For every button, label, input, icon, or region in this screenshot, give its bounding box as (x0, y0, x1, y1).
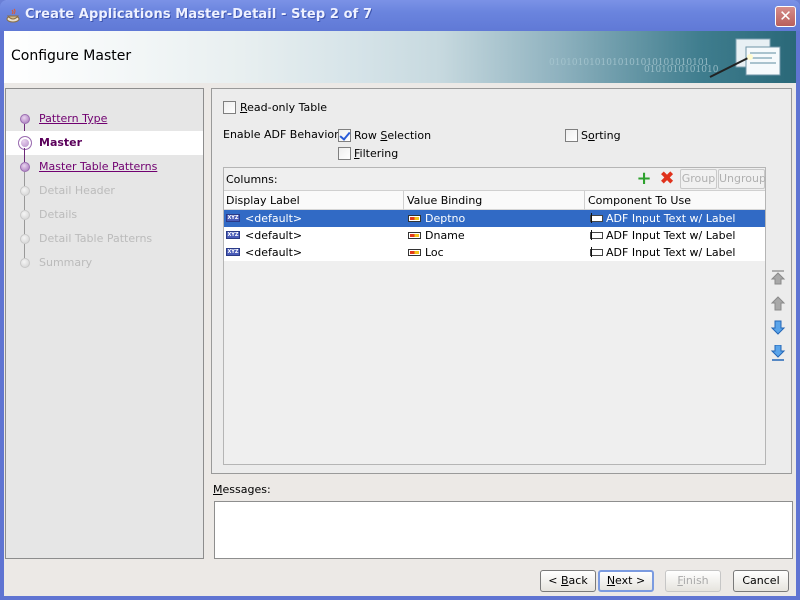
sorting-label[interactable]: Sorting (581, 129, 621, 142)
java-cup-icon (6, 8, 20, 23)
column-header-value-binding[interactable]: Value Binding (405, 191, 585, 210)
step-indicator-icon (20, 114, 30, 124)
value-binding-cell[interactable]: Dname (405, 227, 585, 244)
wizard-steps-panel: Pattern Type Master Master Table Patterns D… (5, 88, 204, 559)
steps-list: Pattern Type Master Master Table Patterns D… (6, 107, 203, 275)
step-detail-table-patterns: Detail Table Patterns (6, 227, 203, 258)
columns-label: Columns: (226, 173, 278, 186)
ungroup-button[interactable]: Ungroup (718, 169, 766, 189)
remove-column-icon[interactable]: ✖ (659, 170, 675, 188)
value-binding-cell[interactable]: Loc (405, 244, 585, 261)
group-button[interactable]: Group (680, 169, 717, 189)
wizard-dialog: Create Applications Master-Detail - Step… (0, 0, 800, 600)
step-summary: Summary (6, 251, 203, 275)
value-binding-value: Deptno (425, 212, 466, 225)
table-row[interactable]: XYZ <default> Dname ADF Input Text w/ Label (224, 227, 765, 244)
columns-grid: Display Label Value Binding Component To… (224, 191, 765, 261)
step-indicator-icon (20, 234, 30, 244)
value-binding-value: Dname (425, 229, 465, 242)
grid-header-row: Display Label Value Binding Component To… (224, 191, 765, 210)
filtering-label[interactable]: Filtering (354, 147, 398, 160)
step-pattern-type[interactable]: Pattern Type (6, 107, 203, 138)
step-indicator-icon (20, 258, 30, 268)
columns-table-panel: Columns: + ✖ Group Ungroup Display Label… (223, 167, 766, 465)
title-bar[interactable]: Create Applications Master-Detail - Step… (0, 0, 800, 31)
component-cell[interactable]: ADF Input Text w/ Label (586, 210, 765, 227)
value-binding-value: Loc (425, 246, 444, 259)
column-header-component[interactable]: Component To Use (586, 191, 765, 210)
label-icon: XYZ (226, 231, 240, 239)
step-label: Master (39, 136, 83, 149)
filtering-checkbox[interactable] (338, 147, 351, 160)
step-master[interactable]: Master (6, 131, 203, 162)
component-cell[interactable]: ADF Input Text w/ Label (586, 244, 765, 261)
columns-toolbar: Columns: + ✖ Group Ungroup (224, 168, 766, 191)
step-label: Master Table Patterns (39, 160, 158, 173)
read-only-table-checkbox[interactable] (223, 101, 236, 114)
step-label: Pattern Type (39, 112, 108, 125)
page-header: Configure Master 01010101010101010101010… (4, 31, 796, 83)
sorting-checkbox[interactable] (565, 129, 578, 142)
configure-master-panel: Read-only Table Enable ADF Behavior: Row… (211, 88, 792, 474)
move-bottom-icon[interactable] (770, 345, 786, 361)
move-down-icon[interactable] (770, 320, 786, 336)
window-title: Create Applications Master-Detail - Step… (25, 7, 373, 22)
finish-button[interactable]: Finish (665, 570, 721, 592)
step-detail-header: Detail Header (6, 179, 203, 210)
move-up-icon[interactable] (770, 295, 786, 311)
display-label-cell[interactable]: XYZ <default> (224, 227, 404, 244)
row-selection-label[interactable]: Row Selection (354, 129, 431, 142)
close-button[interactable]: ✕ (775, 6, 796, 27)
read-only-table-label[interactable]: Read-only Table (240, 101, 327, 114)
add-column-icon[interactable]: + (636, 170, 652, 188)
input-text-icon (588, 213, 603, 223)
step-master-table-patterns[interactable]: Master Table Patterns (6, 155, 203, 186)
table-row[interactable]: XYZ <default> Loc ADF Input Text w/ Label (224, 244, 765, 261)
component-value: ADF Input Text w/ Label (606, 246, 736, 259)
step-indicator-icon (20, 162, 30, 172)
next-button[interactable]: Next > (598, 570, 654, 592)
step-label: Summary (39, 256, 93, 269)
input-text-icon (588, 247, 603, 257)
enable-adf-behavior-label: Enable ADF Behavior: (223, 128, 343, 141)
step-label: Details (39, 208, 78, 221)
component-value: ADF Input Text w/ Label (606, 229, 736, 242)
attribute-icon (408, 214, 421, 222)
display-label-value: <default> (245, 246, 303, 259)
display-label-cell[interactable]: XYZ <default> (224, 244, 404, 261)
input-text-icon (588, 230, 603, 240)
messages-label: Messages: (213, 483, 271, 496)
step-label: Detail Table Patterns (39, 232, 153, 245)
row-selection-checkbox[interactable] (338, 129, 351, 142)
display-label-cell[interactable]: XYZ <default> (224, 210, 404, 227)
table-row[interactable]: XYZ <default> Deptno ADF Input Text w/ Labe… (224, 210, 765, 227)
step-indicator-icon (20, 186, 30, 196)
close-icon: ✕ (779, 7, 792, 25)
label-icon: XYZ (226, 248, 240, 256)
step-indicator-icon (18, 136, 32, 150)
component-cell[interactable]: ADF Input Text w/ Label (586, 227, 765, 244)
wizard-art-icon (709, 38, 781, 78)
column-header-display-label[interactable]: Display Label (224, 191, 404, 210)
grid-body: XYZ <default> Deptno ADF Input Text w/ Labe… (224, 210, 765, 261)
component-value: ADF Input Text w/ Label (606, 212, 736, 225)
label-icon: XYZ (226, 214, 240, 222)
attribute-icon (408, 231, 421, 239)
back-button[interactable]: < Back (540, 570, 596, 592)
messages-area[interactable] (214, 501, 793, 559)
move-top-icon[interactable] (770, 269, 786, 285)
display-label-value: <default> (245, 229, 303, 242)
page-title: Configure Master (11, 48, 132, 64)
step-details: Details (6, 203, 203, 234)
step-label: Detail Header (39, 184, 115, 197)
attribute-icon (408, 248, 421, 256)
cancel-button[interactable]: Cancel (733, 570, 789, 592)
display-label-value: <default> (245, 212, 303, 225)
step-indicator-icon (20, 210, 30, 220)
value-binding-cell[interactable]: Deptno (405, 210, 585, 227)
